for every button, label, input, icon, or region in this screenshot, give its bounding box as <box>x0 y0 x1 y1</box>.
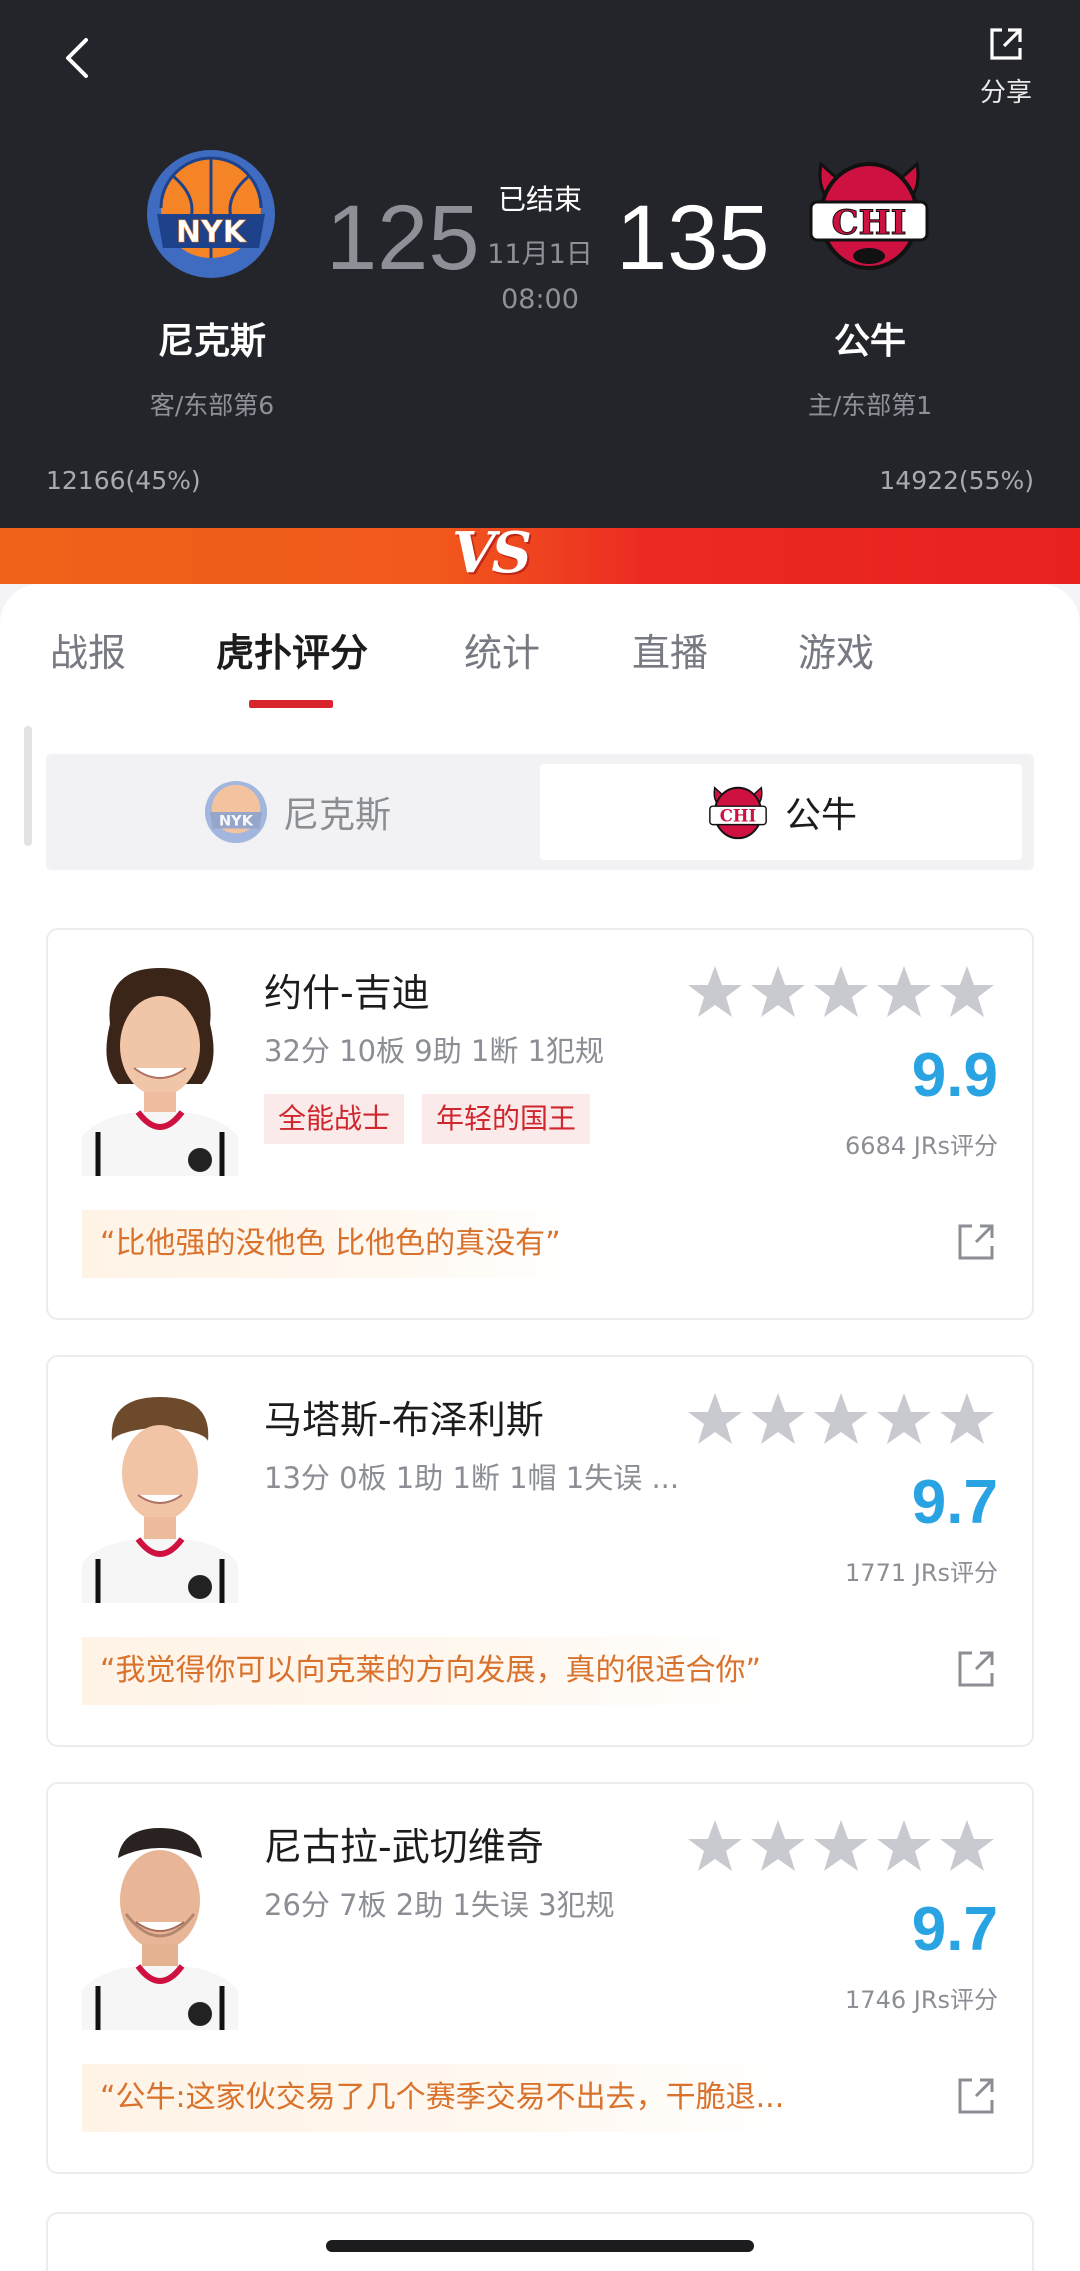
team-switch: NYK 尼克斯 CHI 公牛 <box>46 754 1034 870</box>
player-rating: 9.9 <box>911 1041 998 1110</box>
tab-bar: 战报 虎扑评分 统计 直播 游戏 <box>0 584 1080 710</box>
star-icon <box>814 1393 868 1444</box>
game-time: 08:00 <box>501 284 579 315</box>
game-date: 11月1日 <box>487 239 593 270</box>
rating-count: 1771 JRs评分 <box>845 1559 998 1587</box>
scroll-indicator <box>24 726 32 846</box>
player-card[interactable]: 约什-吉迪 32分 10板 9助 1断 1犯规 全能战士 年轻的国王 9.9 6… <box>46 928 1034 1320</box>
player-stats: 26分 7板 2助 1失误 3犯规 <box>264 1888 615 1922</box>
player-name: 马塔斯-布泽利斯 <box>264 1398 544 1442</box>
vote-bar[interactable] <box>0 528 1080 584</box>
star-icon <box>940 1820 994 1871</box>
rating-stars[interactable] <box>686 1391 1006 1449</box>
away-team-name[interactable]: 尼克斯 <box>82 312 342 364</box>
star-icon <box>877 966 931 1017</box>
star-icon <box>940 966 994 1017</box>
bulls-logo-small: CHI <box>709 786 767 840</box>
rating-count: 1746 JRs评分 <box>845 1986 998 2014</box>
knicks-logo-text: NYK <box>176 215 248 250</box>
player-card[interactable]: 尼古拉-武切维奇 26分 7板 2助 1失误 3犯规 9.7 1746 JRs评… <box>46 1782 1034 2174</box>
rating-count: 6684 JRs评分 <box>845 1132 998 1160</box>
player-name: 约什-吉迪 <box>264 971 430 1015</box>
top-comment[interactable]: “公牛:这家伙交易了几个赛季交易不出去，干脆退... <box>82 2064 803 2132</box>
home-vote-count[interactable]: 14922(55%) <box>879 466 1034 495</box>
player-name: 尼古拉-武切维奇 <box>264 1825 544 1869</box>
open-external-icon[interactable] <box>954 1220 998 1264</box>
active-tab-indicator <box>249 700 333 708</box>
star-icon <box>688 966 742 1017</box>
player-rating: 9.7 <box>911 1895 998 1964</box>
player-stats: 32分 10板 9助 1断 1犯规 <box>264 1034 605 1068</box>
player-avatar <box>82 968 238 1176</box>
player-tag: 年轻的国王 <box>422 1094 591 1144</box>
svg-text:NYK: NYK <box>219 813 254 830</box>
top-comment[interactable]: “比他强的没他色 比他色的真没有” <box>82 1210 579 1278</box>
top-comment[interactable]: “我觉得你可以向克莱的方向发展，真的很适合你” <box>82 1637 780 1705</box>
team-switch-knicks-label: 尼克斯 <box>282 795 391 836</box>
vs-badge: VS <box>452 520 532 586</box>
player-avatar <box>82 1828 238 2030</box>
tab-hupu-rating[interactable]: 虎扑评分 <box>216 622 368 677</box>
star-icon <box>688 1820 742 1871</box>
team-switch-bulls-label: 公牛 <box>784 795 857 836</box>
tab-report[interactable]: 战报 <box>50 622 126 677</box>
share-button[interactable]: 分享 <box>956 18 1056 108</box>
knicks-logo[interactable]: NYK <box>143 146 279 282</box>
share-label: 分享 <box>979 78 1032 108</box>
team-switch-knicks[interactable]: NYK 尼克斯 <box>56 764 538 860</box>
star-icon <box>940 1393 994 1444</box>
rating-stars[interactable] <box>686 964 1006 1022</box>
star-icon <box>751 1393 805 1444</box>
star-icon <box>877 1393 931 1444</box>
game-header: 分享 NYK CHI 尼克斯 公牛 客/东部第6 主/东部第1 125 135 … <box>0 0 1080 528</box>
player-rating: 9.7 <box>911 1468 998 1537</box>
game-status: 已结束 <box>497 183 582 216</box>
player-stats: 13分 0板 1助 1断 1帽 1失误 ... <box>264 1461 680 1495</box>
player-card[interactable]: 马塔斯-布泽利斯 13分 0板 1助 1断 1帽 1失误 ... 9.7 177… <box>46 1355 1034 1747</box>
tab-live[interactable]: 直播 <box>632 622 708 677</box>
svg-text:CHI: CHI <box>720 807 756 826</box>
home-indicator[interactable] <box>326 2240 754 2252</box>
player-avatar <box>82 1397 238 1603</box>
tab-stats[interactable]: 统计 <box>464 622 540 677</box>
back-icon <box>66 38 88 78</box>
back-button[interactable] <box>50 28 110 88</box>
star-icon <box>751 966 805 1017</box>
away-vote-count[interactable]: 12166(45%) <box>46 466 201 495</box>
star-icon <box>814 966 868 1017</box>
player-tag: 全能战士 <box>264 1094 405 1144</box>
star-icon <box>751 1820 805 1871</box>
knicks-logo-small: NYK <box>204 780 268 844</box>
bulls-logo-text: CHI <box>831 203 906 243</box>
star-icon <box>814 1820 868 1871</box>
team-switch-bulls[interactable]: CHI 公牛 <box>540 764 1022 860</box>
open-external-icon[interactable] <box>954 1647 998 1691</box>
star-icon <box>877 1820 931 1871</box>
bulls-logo[interactable]: CHI <box>801 146 937 282</box>
star-icon <box>688 1393 742 1444</box>
open-external-icon[interactable] <box>954 2074 998 2118</box>
home-team-name[interactable]: 公牛 <box>740 312 1000 364</box>
rating-stars[interactable] <box>686 1818 1006 1876</box>
share-icon <box>990 28 1022 60</box>
tab-games[interactable]: 游戏 <box>798 622 874 677</box>
away-team-rank: 客/东部第6 <box>149 391 275 420</box>
home-team-rank: 主/东部第1 <box>807 391 933 420</box>
